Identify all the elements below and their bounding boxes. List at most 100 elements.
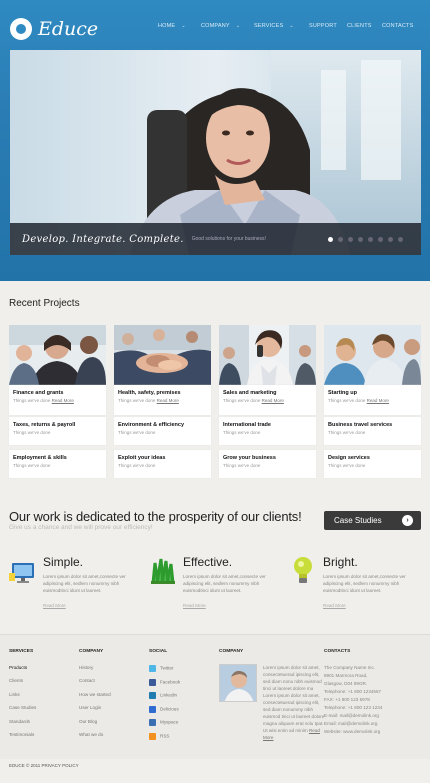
- social-label: Twitter: [160, 665, 174, 671]
- slider-dot[interactable]: [388, 237, 393, 242]
- footer-heading: CONTACTS: [324, 649, 351, 654]
- footer-services: SERVICES Products Clients Links Case Stu…: [9, 649, 36, 745]
- read-more-link[interactable]: Read More: [43, 603, 66, 608]
- slider-dot[interactable]: [348, 237, 353, 242]
- social-link-myspace[interactable]: Myspace: [149, 719, 180, 727]
- slider-dot[interactable]: [328, 237, 333, 242]
- project-card[interactable]: Grow your business Things we've done: [219, 450, 316, 478]
- footer-link[interactable]: Links: [9, 692, 36, 697]
- project-card[interactable]: Starting up Things we've done Read More: [324, 385, 421, 415]
- project-sub-text: Things we've done: [13, 398, 51, 403]
- slider-dot[interactable]: [398, 237, 403, 242]
- nav-label: CLIENTS: [347, 23, 372, 29]
- nav-label: SERVICES: [254, 23, 284, 29]
- section-title-recent-projects: Recent Projects: [9, 298, 80, 309]
- project-column: Starting up Things we've done Read More …: [324, 325, 421, 478]
- read-more-link[interactable]: Read More: [52, 398, 74, 403]
- read-more-link[interactable]: Read More: [262, 398, 284, 403]
- project-card[interactable]: Exploit your ideas Things we've done: [114, 450, 211, 478]
- read-more-link[interactable]: Read More: [157, 398, 179, 403]
- project-card[interactable]: Business travel services Things we've do…: [324, 417, 421, 445]
- contact-email[interactable]: E-mail: mail@demolink.org: [324, 712, 424, 720]
- social-link-delicious[interactable]: Delicious: [149, 705, 180, 713]
- arrow-right-icon: ›: [402, 515, 413, 526]
- project-sub-text: Things we've done: [223, 398, 261, 403]
- linkedin-icon: [149, 692, 156, 700]
- rss-icon: [149, 732, 156, 740]
- project-sub: Things we've done: [328, 430, 366, 435]
- project-sub: Things we've done Read More: [328, 398, 417, 403]
- image-slider[interactable]: Develop. Integrate. Complete. Good solut…: [10, 50, 421, 255]
- project-sub: Things we've done: [223, 430, 261, 435]
- footer-link[interactable]: What we do: [79, 732, 111, 737]
- footer-link[interactable]: How we started: [79, 692, 111, 697]
- project-thumbnail[interactable]: [324, 325, 421, 385]
- social-label: Delicious: [160, 706, 179, 712]
- footer-link[interactable]: Standards: [9, 719, 36, 724]
- nav-item-services[interactable]: SERVICES ⌄: [254, 23, 309, 29]
- project-thumbnail[interactable]: [114, 325, 211, 385]
- slider-dot[interactable]: [368, 237, 373, 242]
- footer-link[interactable]: Contact: [79, 678, 111, 683]
- project-card[interactable]: Finance and grants Things we've done Rea…: [9, 385, 106, 415]
- read-more-link[interactable]: Read More: [323, 603, 346, 608]
- logo-text: Educe: [38, 18, 99, 40]
- read-more-link[interactable]: Read More: [183, 603, 206, 608]
- contact-line: 8901 Marmora Road,: [324, 673, 368, 678]
- slide-title: Develop. Integrate. Complete.: [22, 233, 184, 245]
- nav-label: COMPANY: [201, 23, 230, 29]
- contact-line: Glasgow, D04 89GR.: [324, 681, 368, 686]
- project-card[interactable]: Environment & efficiency Things we've do…: [114, 417, 211, 445]
- nav-item-contacts[interactable]: CONTACTS: [382, 23, 413, 29]
- project-card[interactable]: Design services Things we've done: [324, 450, 421, 478]
- project-card[interactable]: Sales and marketing Things we've done Re…: [219, 385, 316, 415]
- project-card[interactable]: Employment & skills Things we've done: [9, 450, 106, 478]
- social-link-facebook[interactable]: Facebook: [149, 678, 180, 686]
- hero-header: Educe HOME ⌄ COMPANY ⌄ SERVICES ⌄ SUPPORT C…: [0, 0, 430, 281]
- contact-email[interactable]: Email: mail@demolink.org: [324, 720, 424, 728]
- project-title: Employment & skills: [13, 455, 67, 461]
- project-sub: Things we've done: [13, 430, 51, 435]
- contact-line: The Company Name Inc.: [324, 665, 376, 670]
- footer-company: COMPANY History Contact How we started U…: [79, 649, 111, 745]
- footer-link[interactable]: Clients: [9, 678, 36, 683]
- project-thumbnail[interactable]: [219, 325, 316, 385]
- project-thumbnail[interactable]: [9, 325, 106, 385]
- project-card[interactable]: Health, safety, premises Things we've do…: [114, 385, 211, 415]
- read-more-link[interactable]: Read More: [367, 398, 389, 403]
- footer-link[interactable]: Products: [9, 665, 36, 670]
- social-label: RSS: [160, 733, 170, 739]
- footer-link[interactable]: Testimonials: [9, 732, 36, 737]
- footer-heading: COMPANY: [79, 649, 104, 654]
- case-studies-button[interactable]: Case Studies ›: [324, 511, 421, 530]
- promo-tagline: Our work is dedicated to the prosperity …: [9, 509, 302, 524]
- social-link-rss[interactable]: RSS: [149, 732, 180, 740]
- window-highlight: [361, 60, 401, 180]
- social-link-linkedin[interactable]: Linkedin: [149, 692, 180, 700]
- nav-item-home[interactable]: HOME ⌄: [158, 23, 201, 29]
- nav-item-support[interactable]: SUPPORT: [309, 23, 347, 29]
- slider-dot[interactable]: [338, 237, 343, 242]
- project-column: Sales and marketing Things we've done Re…: [219, 325, 316, 478]
- footer-link[interactable]: User Login: [79, 705, 111, 710]
- slider-dot[interactable]: [378, 237, 383, 242]
- slider-dot[interactable]: [358, 237, 363, 242]
- project-sub: Things we've done: [118, 463, 156, 468]
- social-link-twitter[interactable]: Twitter: [149, 665, 180, 672]
- feature-text: Lorem ipsum dolor sit amet,consecte ver …: [43, 574, 126, 593]
- case-studies-label: Case Studies: [334, 516, 382, 525]
- footer-link[interactable]: History: [79, 665, 111, 670]
- company-photo: [219, 664, 257, 702]
- footer-link[interactable]: Our Blog: [79, 719, 111, 724]
- nav-item-clients[interactable]: CLIENTS: [347, 23, 382, 29]
- footer-link[interactable]: Case Studies: [9, 705, 36, 710]
- contact-website[interactable]: Website: www.demolink.org: [324, 728, 424, 736]
- project-sub: Things we've done: [13, 463, 51, 468]
- nav-label: SUPPORT: [309, 23, 337, 29]
- nav-item-company[interactable]: COMPANY ⌄: [201, 23, 254, 29]
- project-sub: Things we've done: [118, 430, 156, 435]
- project-card[interactable]: Taxes, returns & payroll Things we've do…: [9, 417, 106, 445]
- chevron-down-icon: ⌄: [289, 23, 294, 29]
- logo[interactable]: Educe: [10, 18, 98, 40]
- project-card[interactable]: International trade Things we've done: [219, 417, 316, 445]
